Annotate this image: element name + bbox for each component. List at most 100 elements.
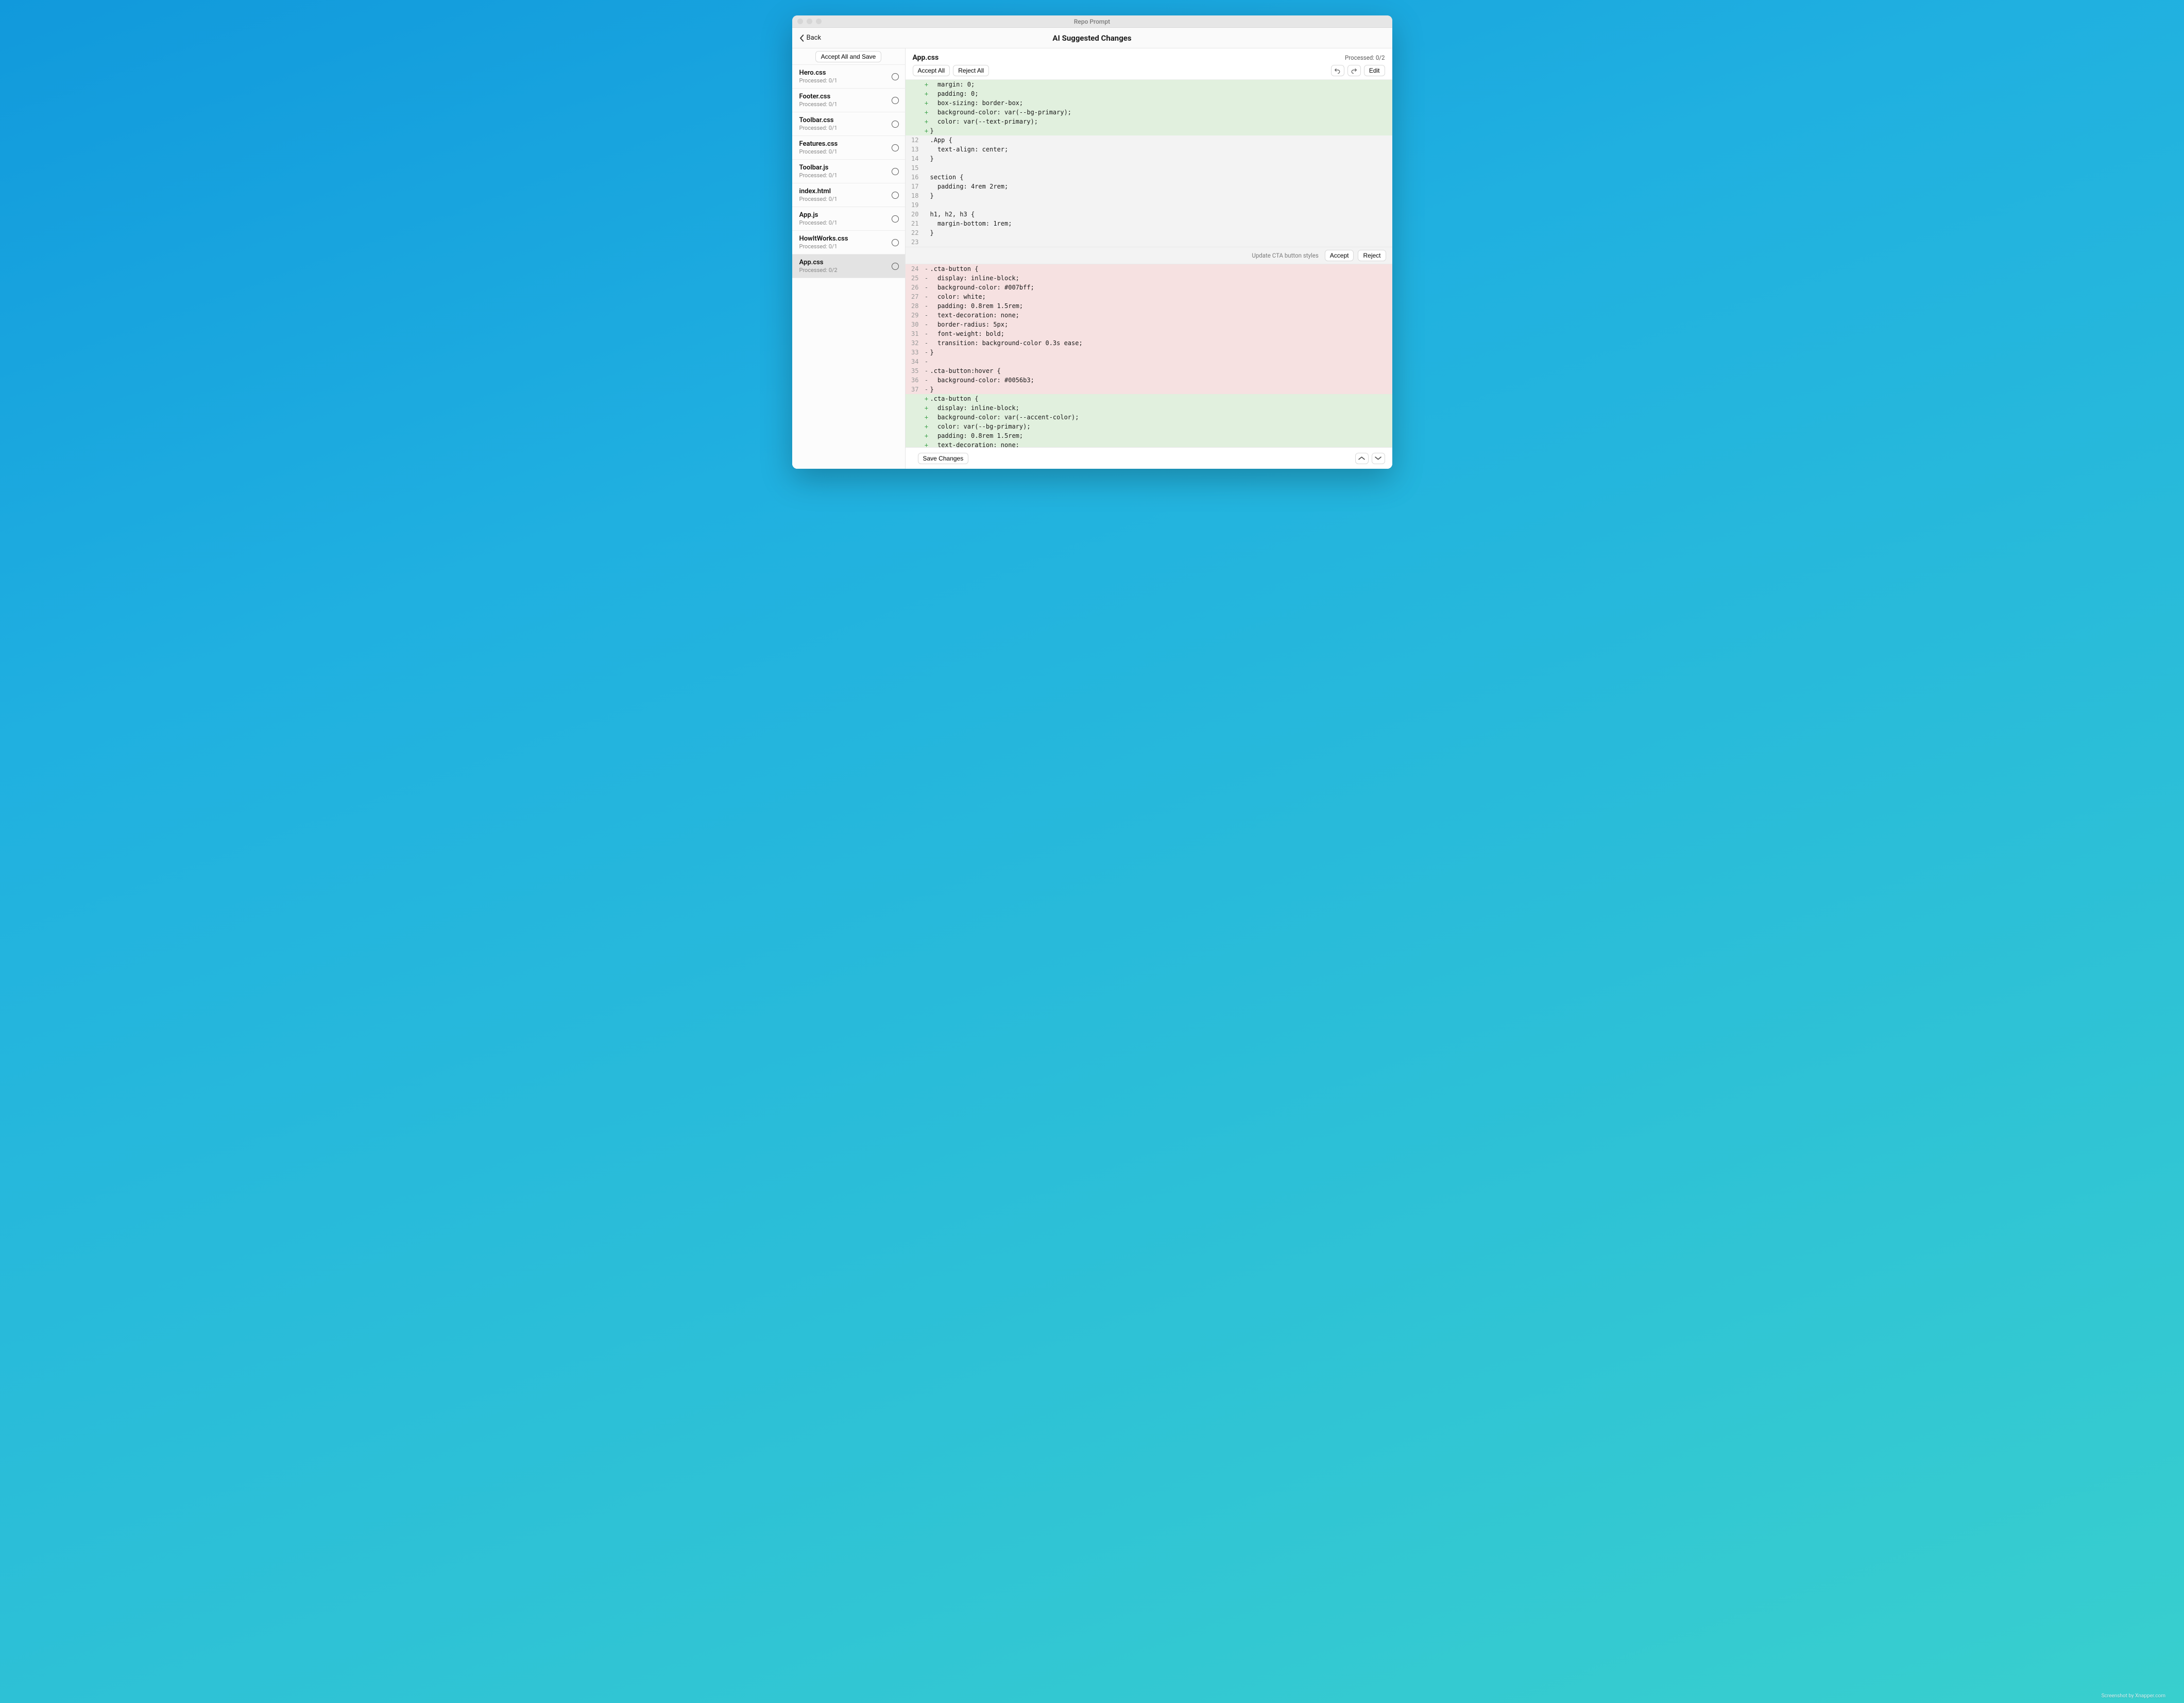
accept-all-save-button[interactable]: Accept All and Save [815, 51, 882, 62]
sidebar-file-item[interactable]: Toolbar.cssProcessed: 0/1 [792, 112, 905, 136]
diff-sign [923, 163, 930, 173]
diff-code: .cta-button { [930, 264, 1392, 274]
diff-code: color: white; [930, 292, 1392, 301]
diff-code [930, 357, 1392, 366]
diff-line: + text-decoration: none; [906, 440, 1392, 447]
diff-code: margin: 0; [930, 80, 1392, 89]
diff-sign: - [923, 320, 930, 329]
line-number: 28 [906, 301, 923, 311]
diff-sign: + [923, 108, 930, 117]
file-status-circle-icon [892, 73, 899, 80]
line-number [906, 394, 923, 403]
diff-line: 37-} [906, 385, 1392, 394]
file-status-circle-icon [892, 263, 899, 270]
diff-code [930, 237, 1392, 247]
hunk-accept-button[interactable]: Accept [1325, 250, 1354, 261]
diff-sign: - [923, 292, 930, 301]
diff-code: color: var(--text-primary); [930, 117, 1392, 126]
diff-line: 12 .App { [906, 135, 1392, 145]
file-name: Hero.css [799, 69, 838, 77]
diff-sign: + [923, 422, 930, 431]
line-number: 23 [906, 237, 923, 247]
diff-line: + background-color: var(--accent-color); [906, 413, 1392, 422]
diff-line: + margin: 0; [906, 80, 1392, 89]
diff-sign: - [923, 385, 930, 394]
line-number [906, 80, 923, 89]
edit-button[interactable]: Edit [1364, 65, 1385, 76]
diff-line: + background-color: var(--bg-primary); [906, 108, 1392, 117]
redo-button[interactable] [1347, 65, 1361, 76]
diff-code: .cta-button:hover { [930, 366, 1392, 376]
traffic-lights [797, 19, 822, 24]
traffic-close-icon[interactable] [797, 19, 803, 24]
diff-line: + box-sizing: border-box; [906, 98, 1392, 108]
diff-line: 35-.cta-button:hover { [906, 366, 1392, 376]
save-changes-button[interactable]: Save Changes [918, 453, 969, 464]
traffic-zoom-icon[interactable] [816, 19, 822, 24]
sidebar-file-item[interactable]: App.cssProcessed: 0/2 [792, 254, 905, 278]
sidebar-file-item[interactable]: Hero.cssProcessed: 0/1 [792, 65, 905, 89]
file-name: Features.css [799, 140, 838, 148]
next-hunk-button[interactable] [1372, 453, 1385, 464]
diff-line: 27- color: white; [906, 292, 1392, 301]
accept-all-button[interactable]: Accept All [913, 65, 950, 76]
sidebar-file-item[interactable]: App.jsProcessed: 0/1 [792, 207, 905, 231]
diff-sign [923, 219, 930, 228]
diff-sign [923, 173, 930, 182]
diff-sign: + [923, 89, 930, 98]
line-number [906, 117, 923, 126]
file-status-circle-icon [892, 144, 899, 151]
diff-scroll[interactable]: + margin: 0;+ padding: 0;+ box-sizing: b… [906, 80, 1392, 447]
chevron-down-icon [1375, 455, 1381, 462]
diff-code: } [930, 191, 1392, 200]
line-number: 33 [906, 348, 923, 357]
diff-code: padding: 0; [930, 89, 1392, 98]
prev-hunk-button[interactable] [1355, 453, 1369, 464]
diff-sign [923, 210, 930, 219]
diff-line: 16 section { [906, 173, 1392, 182]
undo-button[interactable] [1331, 65, 1344, 76]
diff-sign: - [923, 376, 930, 385]
diff-sign: + [923, 80, 930, 89]
file-name: HowItWorks.css [799, 235, 848, 243]
sidebar-file-item[interactable]: HowItWorks.cssProcessed: 0/1 [792, 231, 905, 254]
diff-code: h1, h2, h3 { [930, 210, 1392, 219]
traffic-minimize-icon[interactable] [807, 19, 812, 24]
line-number: 18 [906, 191, 923, 200]
diff-sign: - [923, 264, 930, 274]
line-number: 26 [906, 283, 923, 292]
diff-line: 36- background-color: #0056b3; [906, 376, 1392, 385]
diff-sign: - [923, 301, 930, 311]
line-number: 12 [906, 135, 923, 145]
diff-line: 30- border-radius: 5px; [906, 320, 1392, 329]
file-status-circle-icon [892, 239, 899, 246]
back-button[interactable]: Back [799, 34, 822, 42]
sidebar-file-item[interactable]: Features.cssProcessed: 0/1 [792, 136, 905, 160]
file-subtext: Processed: 0/1 [799, 77, 838, 84]
diff-line: 26- background-color: #007bff; [906, 283, 1392, 292]
diff-sign: + [923, 431, 930, 440]
diff-sign [923, 200, 930, 210]
diff-sign [923, 145, 930, 154]
diff-line: 29- text-decoration: none; [906, 311, 1392, 320]
line-number: 16 [906, 173, 923, 182]
diff-code: padding: 4rem 2rem; [930, 182, 1392, 191]
hunk-reject-button[interactable]: Reject [1358, 250, 1386, 261]
sidebar-file-item[interactable]: Footer.cssProcessed: 0/1 [792, 89, 905, 112]
diff-sign: - [923, 329, 930, 338]
diff-line: 13 text-align: center; [906, 145, 1392, 154]
sidebar-file-item[interactable]: index.htmlProcessed: 0/1 [792, 183, 905, 207]
file-subtext: Processed: 0/1 [799, 125, 838, 131]
line-number: 31 [906, 329, 923, 338]
diff-line: 24-.cta-button { [906, 264, 1392, 274]
sidebar-file-item[interactable]: Toolbar.jsProcessed: 0/1 [792, 160, 905, 183]
diff-sign: - [923, 311, 930, 320]
line-number [906, 126, 923, 135]
file-status-circle-icon [892, 168, 899, 175]
diff-line: 33-} [906, 348, 1392, 357]
chevron-left-icon [799, 35, 805, 42]
reject-all-button[interactable]: Reject All [953, 65, 989, 76]
diff-sign [923, 228, 930, 237]
file-subtext: Processed: 0/1 [799, 172, 838, 179]
footer-bar: Save Changes [906, 447, 1392, 469]
